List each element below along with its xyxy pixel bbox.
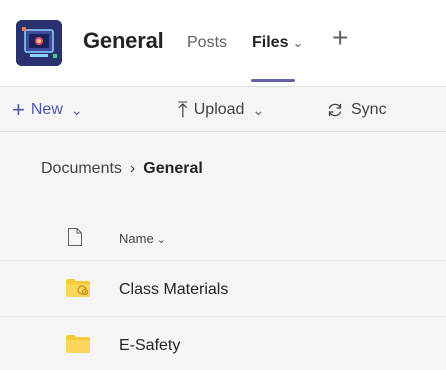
upload-icon: ⤒ xyxy=(178,97,188,122)
upload-button-label: Upload xyxy=(193,101,245,118)
chevron-down-icon: ⌄ xyxy=(70,101,83,118)
tab-posts[interactable]: Posts xyxy=(187,34,227,52)
sync-button[interactable]: Sync xyxy=(325,96,387,124)
channel-header: General Posts Files ⌄ + xyxy=(0,0,446,86)
breadcrumb: Documents › General xyxy=(41,160,203,178)
upload-button[interactable]: ⤒ Upload ⌄ xyxy=(178,96,264,124)
chevron-down-icon: ⌄ xyxy=(156,234,166,246)
file-type-icon xyxy=(68,228,82,251)
tab-posts-label: Posts xyxy=(187,34,228,51)
list-column-header: Name ⌄ xyxy=(0,213,446,259)
sync-button-label: Sync xyxy=(351,101,387,118)
chevron-down-icon: ⌄ xyxy=(252,101,265,118)
new-button-label: New xyxy=(30,101,63,118)
breadcrumb-root[interactable]: Documents xyxy=(41,160,122,178)
plus-icon: + xyxy=(12,97,25,122)
tab-files-label: Files xyxy=(252,34,289,51)
breadcrumb-separator-icon: › xyxy=(129,160,136,177)
tab-files[interactable]: Files ⌄ xyxy=(252,34,303,52)
folder-icon xyxy=(66,335,90,358)
list-item[interactable]: Class Materials xyxy=(0,260,446,315)
sync-icon xyxy=(325,100,345,120)
toolbar: + New ⌄ ⤒ Upload ⌄ Sync xyxy=(0,86,446,132)
active-tab-indicator xyxy=(251,79,295,82)
list-item-name[interactable]: Class Materials xyxy=(119,281,228,299)
new-button[interactable]: + New ⌄ xyxy=(12,96,83,124)
chevron-down-icon: ⌄ xyxy=(292,35,304,50)
add-tab-button[interactable]: + xyxy=(332,24,348,52)
list-item-name[interactable]: E-Safety xyxy=(119,337,180,355)
channel-title: General xyxy=(83,28,164,53)
list-item[interactable]: E-Safety xyxy=(0,316,446,370)
name-column-label: Name xyxy=(119,231,154,246)
team-logo-icon[interactable] xyxy=(16,20,62,66)
breadcrumb-current: General xyxy=(143,160,203,177)
name-column-header[interactable]: Name ⌄ xyxy=(119,231,166,246)
shared-folder-icon xyxy=(66,279,90,302)
